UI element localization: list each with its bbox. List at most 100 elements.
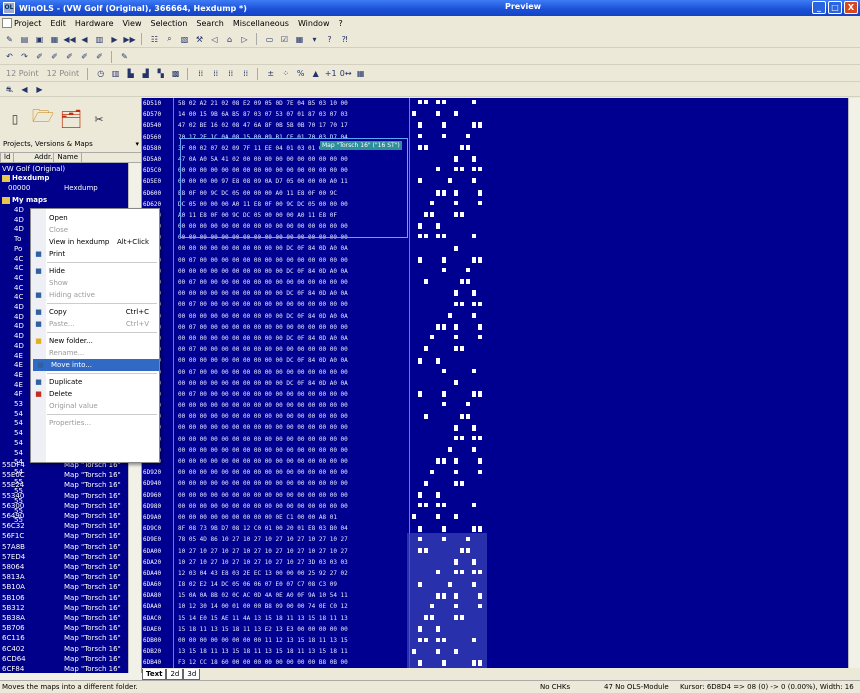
hex-icon[interactable]: ⁞⁞ xyxy=(239,67,252,80)
tab-2d[interactable]: 2d xyxy=(166,668,184,680)
chart3-icon[interactable]: ▚ xyxy=(154,67,167,80)
menu-item-copy[interactable]: ■ Copy Ctrl+C xyxy=(31,306,159,318)
tree-project[interactable]: VW Golf (Original) xyxy=(2,165,65,174)
scale-icon[interactable]: ▲ xyxy=(309,67,322,80)
import-icon[interactable]: 🗂 xyxy=(60,108,83,130)
list-item[interactable]: 4C xyxy=(14,255,23,264)
compare-icon[interactable]: ▦ xyxy=(354,67,367,80)
menu-item-rename[interactable]: Rename... xyxy=(31,347,159,359)
new-project-icon[interactable]: ▯ xyxy=(4,108,26,130)
arrow-left-icon[interactable]: ◀ xyxy=(18,83,31,96)
hex-row[interactable]: 00 00 00 00 00 00 00 00 00 00 00 00 00 0… xyxy=(178,434,404,445)
menu-item-close[interactable]: Close xyxy=(31,224,159,236)
forward-icon[interactable]: ▷ xyxy=(238,33,251,46)
font-size-selector-2[interactable]: 12 Point xyxy=(44,69,83,78)
menu-hardware[interactable]: Hardware xyxy=(75,19,114,28)
list-item[interactable]: 4F xyxy=(14,390,22,399)
columns-icon[interactable]: ▥ xyxy=(109,67,122,80)
hex-row[interactable]: 12 03 04 43 E8 03 2E EC 13 00 00 00 25 9… xyxy=(178,568,404,579)
list-item[interactable]: 4D xyxy=(14,206,24,215)
menu-item-hiding-active[interactable]: ■ Hiding active xyxy=(31,289,159,301)
list-item[interactable]: 4D xyxy=(14,216,24,225)
hex-row[interactable]: 00 00 00 00 00 00 00 00 00 00 00 00 00 0… xyxy=(178,478,404,489)
last-icon[interactable]: ▶▶ xyxy=(123,33,136,46)
menu-item-hide[interactable]: ■ Hide xyxy=(31,265,159,277)
hex-row[interactable]: 00 00 00 00 00 00 00 00 00 0E C1 00 00 A… xyxy=(178,512,404,523)
hex-row[interactable]: 00 07 00 00 00 00 00 00 00 00 00 00 00 0… xyxy=(178,255,404,266)
menu-view[interactable]: View xyxy=(123,19,142,28)
maximize-button[interactable]: □ xyxy=(828,1,842,14)
list-item[interactable]: 54 xyxy=(14,439,23,448)
menu-miscellaneous[interactable]: Miscellaneous xyxy=(233,19,289,28)
pin-icon[interactable]: ✎ xyxy=(118,50,131,63)
list-item[interactable]: 6CF84 Map "Torsch 16" xyxy=(2,664,126,673)
grid-icon[interactable]: ☷ xyxy=(148,33,161,46)
list-item[interactable]: 54 xyxy=(14,410,23,419)
chevron-down-icon[interactable]: ▾ xyxy=(135,140,139,151)
print-icon[interactable]: ▤ xyxy=(18,33,31,46)
menu-item-new-folder[interactable]: ■ New folder... xyxy=(31,335,159,347)
hex-row[interactable]: I8 02 E2 14 DC 05 06 06 07 E0 07 C7 08 C… xyxy=(178,579,404,590)
hex-row[interactable]: 00 00 00 00 00 00 00 00 00 00 DC 0F 84 0… xyxy=(178,288,404,299)
menu-item-view-in-hexdump[interactable]: View in hexdump Alt+Click xyxy=(31,236,159,248)
map-icon[interactable]: ▧ xyxy=(178,33,191,46)
hex-row[interactable]: 00 00 00 00 00 00 00 00 11 12 13 15 18 1… xyxy=(178,635,404,646)
open-project-icon[interactable]: 🗁 xyxy=(32,106,54,130)
float-icon[interactable]: ⁘ xyxy=(279,67,292,80)
menu-item-show[interactable]: Show xyxy=(31,277,159,289)
hex-row[interactable]: 00 07 00 00 00 00 00 00 00 00 00 00 00 0… xyxy=(178,322,404,333)
list-item[interactable]: 4D xyxy=(14,313,24,322)
marker-icon[interactable]: ✐ xyxy=(33,50,46,63)
tab-text[interactable]: Text xyxy=(142,668,167,680)
marker2-icon[interactable]: ✐ xyxy=(48,50,61,63)
menu-item-paste[interactable]: ■ Paste... Ctrl+V xyxy=(31,318,159,330)
list-item[interactable]: 54 xyxy=(14,449,23,458)
menu-project[interactable]: Project xyxy=(14,19,41,28)
column-name[interactable]: Name xyxy=(54,153,83,162)
hex-row[interactable]: 00 00 00 00 00 00 00 00 00 00 DC 0F 84 0… xyxy=(178,333,404,344)
hex-row[interactable]: 00 07 00 00 00 00 00 00 00 00 00 00 00 0… xyxy=(178,299,404,310)
tab-3d[interactable]: 3d xyxy=(183,668,201,680)
hex-row[interactable]: 00 00 00 00 00 00 00 00 00 00 DC 0F 84 0… xyxy=(178,355,404,366)
tools-icon[interactable]: ✂ xyxy=(88,108,110,130)
hexdump-view[interactable]: 6D510 6D570 6D540 6D560 6D580 6D5A0 6D5C0 6D5E0… xyxy=(142,98,848,668)
clock-icon[interactable]: ◷ xyxy=(94,67,107,80)
menu-help[interactable]: ? xyxy=(338,19,342,28)
menu-item-properties[interactable]: Properties... xyxy=(31,417,159,429)
hex-row[interactable]: 00 00 00 00 00 00 00 00 00 00 00 00 00 0… xyxy=(178,422,404,433)
column-id[interactable]: ld xyxy=(1,153,15,162)
hex-row[interactable]: 10 27 10 27 10 27 10 27 10 27 10 27 3D 0… xyxy=(178,557,404,568)
menu-window[interactable]: Window xyxy=(298,19,330,28)
tool-icon[interactable]: ⚒ xyxy=(193,33,206,46)
hex-row[interactable]: 00 00 00 00 00 00 00 00 00 00 00 00 00 0… xyxy=(178,400,404,411)
chart2-icon[interactable]: ▟ xyxy=(139,67,152,80)
hex-row[interactable]: 78 05 4D 86 10 27 10 27 10 27 10 27 10 2… xyxy=(178,534,404,545)
add-icon[interactable]: +1 xyxy=(324,67,337,80)
redo-icon[interactable]: ↷ xyxy=(18,50,31,63)
list-item[interactable]: To xyxy=(14,235,21,244)
offset-icon[interactable]: 0↔ xyxy=(339,67,352,80)
menu-search[interactable]: Search xyxy=(196,19,223,28)
marker5-icon[interactable]: ✐ xyxy=(93,50,106,63)
window-icon[interactable]: ▭ xyxy=(263,33,276,46)
list-icon[interactable]: ▥ xyxy=(93,33,106,46)
close-button[interactable]: X xyxy=(844,1,858,14)
hex-row[interactable]: 00 00 00 00 00 00 00 00 00 00 DC 0F 84 0… xyxy=(178,266,404,277)
list-item[interactable]: 4D xyxy=(14,322,24,331)
dropdown-icon[interactable]: ▾ xyxy=(308,33,321,46)
hex-row[interactable]: 58 02 A2 21 02 08 E2 09 05 0D 7E 04 B5 0… xyxy=(178,98,404,109)
calc-icon[interactable]: ▩ xyxy=(169,67,182,80)
menu-item-open[interactable]: Open xyxy=(31,212,159,224)
hex-row[interactable]: 00 00 00 00 00 00 00 00 00 00 DC 0F 84 0… xyxy=(178,243,404,254)
list-item[interactable]: 4E xyxy=(14,381,23,390)
hex-row[interactable]: 00 07 00 00 00 00 00 00 00 00 00 00 00 0… xyxy=(178,277,404,288)
hex-row[interactable]: 15 0A 0A 8B 02 0C AC 0D 4A 0E A0 0F 9A 1… xyxy=(178,590,404,601)
context-help-icon[interactable]: ⁈ xyxy=(338,33,351,46)
tree-hscrollbar[interactable] xyxy=(0,673,142,680)
hex-row[interactable]: 47 02 BE 16 02 08 47 6A 8F 0B 5B 0B 70 1… xyxy=(178,120,404,131)
hex-row[interactable]: 00 00 00 00 00 00 00 00 00 00 DC 0F 84 0… xyxy=(178,311,404,322)
menu-item-delete[interactable]: ■ Delete xyxy=(31,388,159,400)
hex-row[interactable]: 14 00 15 9B 6A B5 87 03 07 53 07 01 87 0… xyxy=(178,109,404,120)
next-icon[interactable]: ▶ xyxy=(108,33,121,46)
hex-row[interactable]: 00 07 00 00 00 00 00 00 00 00 00 00 00 0… xyxy=(178,344,404,355)
